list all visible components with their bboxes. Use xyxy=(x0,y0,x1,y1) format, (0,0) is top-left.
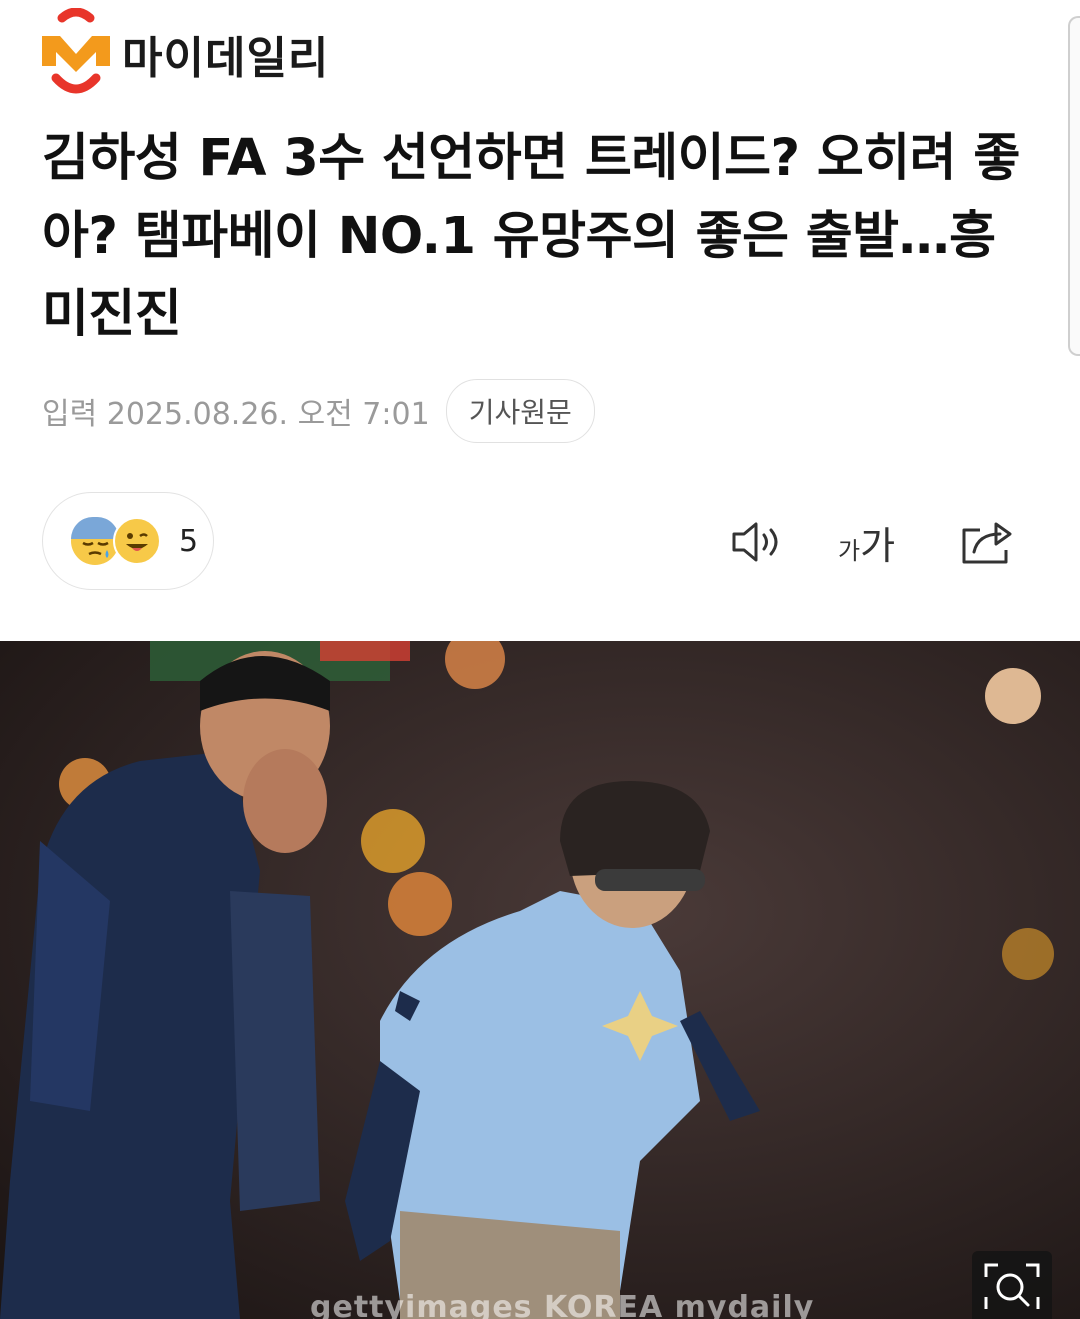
tongue-wink-emoji-icon xyxy=(113,517,161,565)
share-icon xyxy=(962,522,1012,564)
baseball-players-photo xyxy=(0,641,1080,1319)
speaker-icon xyxy=(732,522,778,562)
font-size-small-label: 가 xyxy=(838,537,861,565)
mydaily-logo-icon[interactable] xyxy=(40,7,112,100)
reaction-button[interactable]: 5 xyxy=(42,492,214,590)
article-headline: 김하성 FA 3수 선언하면 트레이드? 오히려 좋아? 탬파베이 NO.1 유… xyxy=(42,129,1020,344)
font-size-button[interactable]: 가 가 xyxy=(838,512,908,572)
published-date: 입력 2025.08.26. 오전 7:01 xyxy=(42,397,430,432)
photo-zoom-button[interactable] xyxy=(972,1251,1052,1319)
original-article-button[interactable]: 기사원문 xyxy=(445,379,595,443)
site-header: 마이데일리 xyxy=(40,6,400,102)
article-meta: 입력 2025.08.26. 오전 7:01 기사원문 xyxy=(42,378,595,444)
brand-name[interactable]: 마이데일리 xyxy=(122,22,329,86)
zoom-icon xyxy=(984,1263,1040,1309)
reaction-count: 5 xyxy=(179,523,199,559)
font-size-large-label: 가 xyxy=(860,524,896,568)
article-photo[interactable]: gettyimages KOREA mydaily xyxy=(0,641,1080,1319)
text-to-speech-button[interactable] xyxy=(728,512,788,572)
side-panel-edge[interactable] xyxy=(1068,16,1080,356)
photo-watermark: gettyimages KOREA mydaily xyxy=(310,1290,815,1319)
share-button[interactable] xyxy=(958,512,1018,572)
sleepy-sweat-emoji-icon xyxy=(71,517,119,565)
